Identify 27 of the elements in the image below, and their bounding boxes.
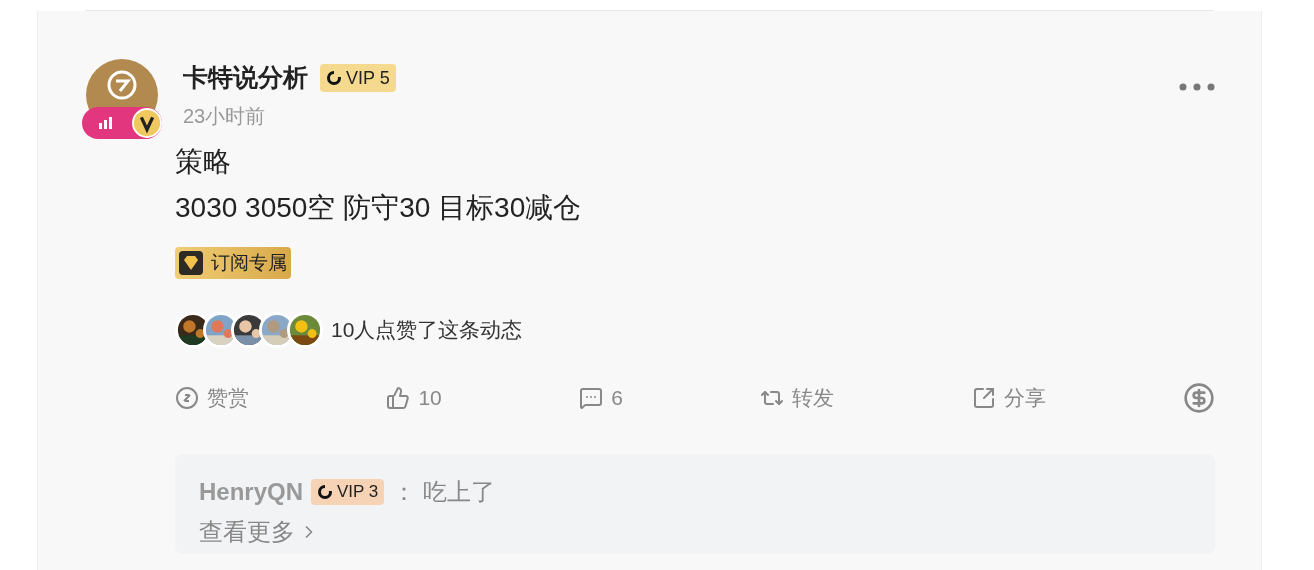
dollar-button[interactable] bbox=[1183, 382, 1215, 414]
view-more-link[interactable]: 查看更多 bbox=[199, 514, 319, 550]
vip-ring-icon bbox=[326, 69, 342, 86]
subscriber-tag: 订阅专属 bbox=[175, 247, 291, 279]
comment-button[interactable]: 6 bbox=[579, 382, 623, 414]
more-button[interactable] bbox=[1179, 83, 1215, 91]
author-name[interactable]: 卡特说分析 bbox=[183, 59, 308, 97]
comment-icon bbox=[579, 386, 604, 410]
tip-button[interactable]: 赞赏 bbox=[175, 382, 249, 414]
dollar-icon bbox=[1183, 382, 1215, 414]
vip-badge: VIP 5 bbox=[320, 63, 396, 92]
vip-ring-icon bbox=[317, 484, 334, 500]
comment-text: ： 吃上了 bbox=[392, 477, 495, 507]
commenter-name[interactable]: HenryQN bbox=[199, 474, 304, 510]
thumbs-up-icon bbox=[386, 386, 411, 410]
share-button[interactable]: 分享 bbox=[971, 382, 1046, 414]
likes-summary[interactable]: 10人点赞了这条动态 bbox=[331, 314, 523, 346]
share-icon bbox=[971, 386, 996, 410]
more-icon bbox=[1179, 83, 1215, 91]
repost-button[interactable]: 转发 bbox=[760, 382, 835, 414]
verified-icon bbox=[132, 108, 162, 138]
post-time: 23小时前 bbox=[183, 103, 267, 129]
signal-bars-icon bbox=[98, 117, 114, 129]
vip-badge: VIP 3 bbox=[311, 479, 385, 505]
post-text: 3030 3050空 防守30 目标30减仓 bbox=[175, 191, 583, 225]
post-text: 策略 bbox=[175, 145, 232, 179]
like-button[interactable]: 10 bbox=[386, 382, 442, 414]
